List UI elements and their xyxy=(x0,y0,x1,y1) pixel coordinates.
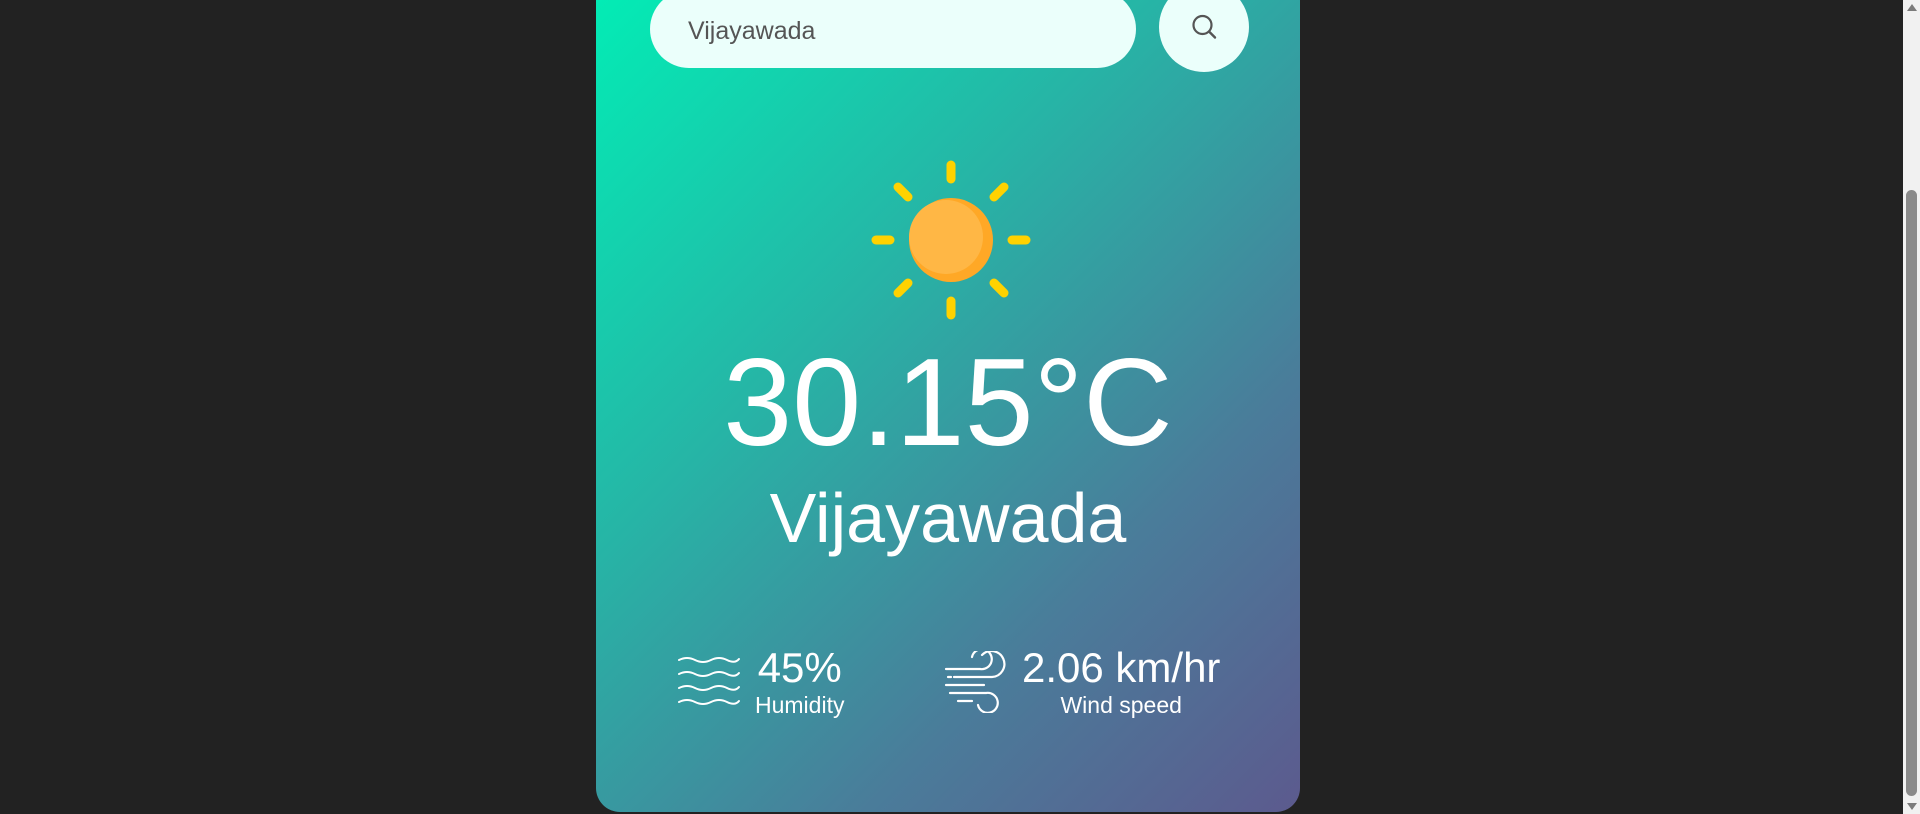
humidity-text: 45% Humidity xyxy=(755,645,844,719)
humidity-waves-icon xyxy=(678,657,740,705)
city-name: Vijayawada xyxy=(769,479,1127,557)
wind-value: 2.06 km/hr xyxy=(1022,644,1221,691)
scroll-up-arrow-icon[interactable] xyxy=(1907,4,1917,11)
scrollbar-thumb[interactable] xyxy=(1906,190,1917,796)
scroll-down-arrow-icon[interactable] xyxy=(1907,803,1917,810)
weather-card: 30.15°C Vijayawada 45% Humidity xyxy=(596,0,1300,812)
humidity-stat: 45% Humidity xyxy=(677,645,844,719)
wind-text: 2.06 km/hr Wind speed xyxy=(1022,645,1220,719)
wind-icon xyxy=(944,651,1006,713)
search-button[interactable] xyxy=(1159,0,1249,72)
wind-stat: 2.06 km/hr Wind speed xyxy=(944,645,1220,719)
search-field[interactable] xyxy=(650,0,1136,68)
humidity-label: Humidity xyxy=(755,692,845,718)
sun-icon xyxy=(871,160,1031,320)
search-input[interactable] xyxy=(688,16,1108,46)
search-icon xyxy=(1192,14,1217,39)
humidity-value: 45% xyxy=(757,644,842,691)
page: 30.15°C Vijayawada 45% Humidity xyxy=(0,0,1920,814)
vertical-scrollbar[interactable] xyxy=(1903,0,1920,814)
temperature-value: 30.15°C xyxy=(723,334,1173,472)
wind-label: Wind speed xyxy=(1060,692,1182,718)
